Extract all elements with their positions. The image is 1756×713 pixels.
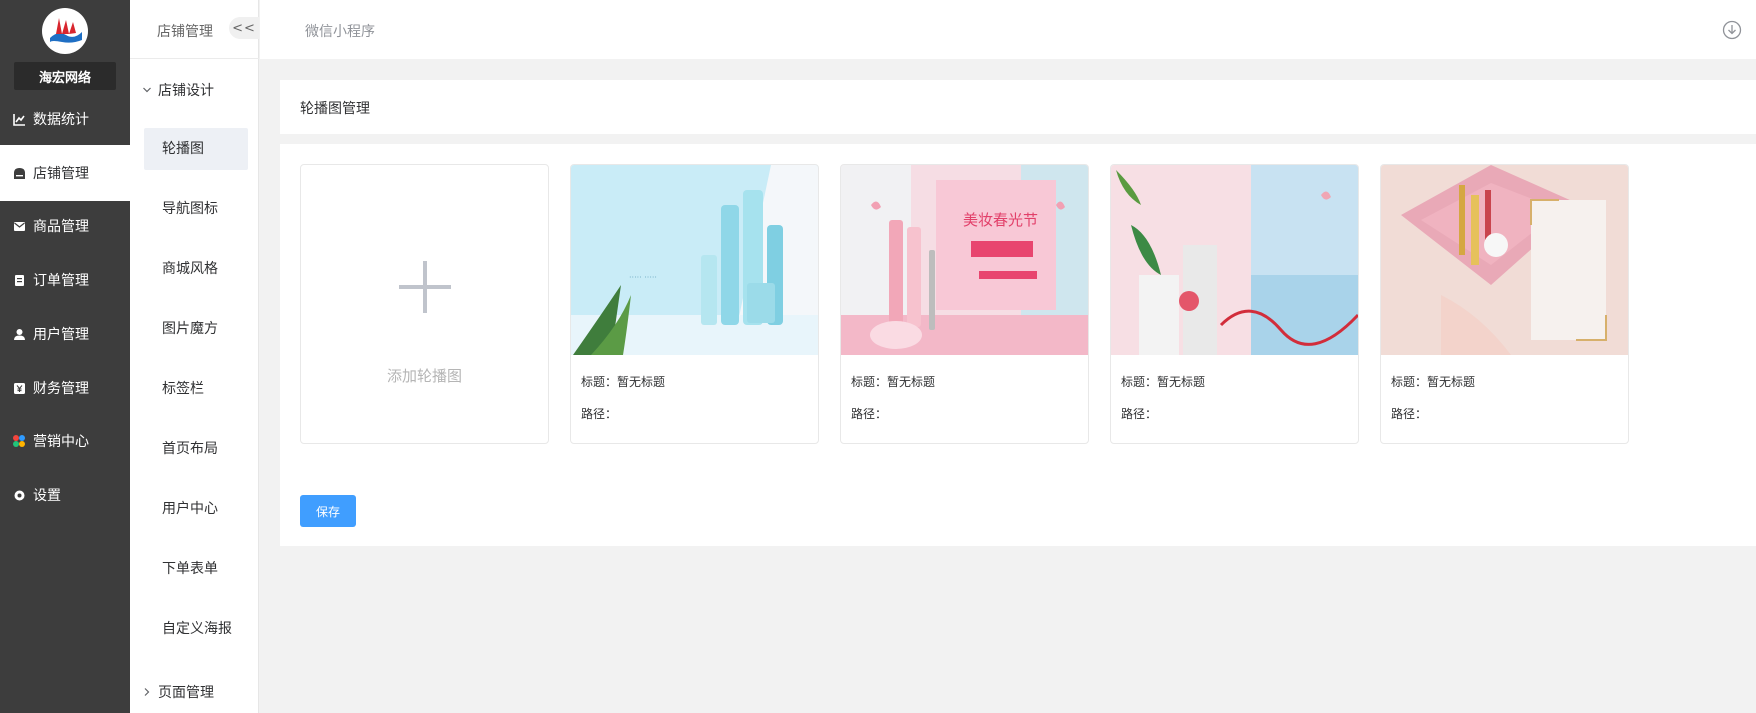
plus-icon bbox=[399, 261, 451, 313]
carousel-path-text: 路径： bbox=[851, 407, 888, 421]
carousel-card[interactable]: ····· ····· 标题：暂无标题 路径： bbox=[570, 164, 819, 444]
sidebar-item-label: 数据统计 bbox=[33, 112, 89, 128]
marketing-icon bbox=[12, 434, 26, 448]
download-icon[interactable] bbox=[1722, 20, 1742, 40]
chart-line-icon bbox=[12, 112, 26, 126]
carousel-title-text: 标题：暂无标题 bbox=[1391, 375, 1476, 389]
sidebar-item-users[interactable]: 用户管理 bbox=[0, 306, 130, 362]
store-icon bbox=[12, 166, 26, 180]
carousel-card[interactable]: 标题：暂无标题 路径： bbox=[1110, 164, 1359, 444]
submenu-header: 店铺管理 << bbox=[130, 0, 259, 59]
user-icon bbox=[12, 327, 26, 341]
submenu-group-page-management[interactable]: 页面管理 bbox=[142, 682, 214, 702]
carousel-card[interactable]: 美妆春光节 标题：暂无标题 路径： bbox=[840, 164, 1089, 444]
save-button[interactable]: 保存 bbox=[300, 495, 356, 527]
envelope-icon bbox=[12, 219, 26, 233]
carousel-panel-body: 添加轮播图 ····· ····· 标题：暂无标题 路径： 美妆春光节 标题：暂… bbox=[280, 144, 1756, 546]
carousel-image-gift-box bbox=[1381, 165, 1628, 355]
sidebar-item-finance[interactable]: 财务管理 bbox=[0, 360, 130, 416]
submenu-item-image-cube[interactable]: 图片魔方 bbox=[144, 308, 248, 350]
chevron-right-icon bbox=[142, 687, 152, 697]
panel-title: 轮播图管理 bbox=[300, 101, 370, 117]
sidebar-item-goods[interactable]: 商品管理 bbox=[0, 198, 130, 254]
carousel-title-text: 标题：暂无标题 bbox=[581, 375, 666, 389]
carousel-path-text: 路径： bbox=[1121, 407, 1158, 421]
tab-wechat-miniprogram[interactable]: 微信小程序 bbox=[305, 21, 375, 41]
carousel-path-text: 路径： bbox=[581, 407, 618, 421]
add-carousel-label: 添加轮播图 bbox=[386, 367, 462, 385]
submenu-item-carousel[interactable]: 轮播图 bbox=[144, 128, 248, 170]
carousel-image-cosmetics-blue: ····· ····· bbox=[571, 165, 818, 355]
sidebar-item-label: 设置 bbox=[33, 488, 61, 504]
submenu-item-home-layout[interactable]: 首页布局 bbox=[144, 428, 248, 470]
sidebar-item-statistics[interactable]: 数据统计 bbox=[0, 91, 130, 147]
chevron-down-icon bbox=[142, 85, 152, 95]
collapse-button[interactable]: << bbox=[229, 17, 259, 39]
submenu-title: 店铺管理 bbox=[157, 24, 213, 40]
sidebar-item-label: 订单管理 bbox=[33, 273, 89, 289]
store-submenu: 店铺管理 << 店铺设计 轮播图 导航图标 商城风格 图片魔方 标签栏 首页布局… bbox=[130, 0, 259, 713]
sidebar-item-label: 商品管理 bbox=[33, 219, 89, 235]
submenu-item-user-center[interactable]: 用户中心 bbox=[144, 488, 248, 530]
carousel-image-beauty-festival: 美妆春光节 bbox=[841, 165, 1088, 355]
submenu-group-store-design[interactable]: 店铺设计 bbox=[142, 80, 214, 100]
submenu-item-custom-poster[interactable]: 自定义海报 bbox=[144, 608, 248, 650]
carousel-path-text: 路径： bbox=[1391, 407, 1428, 421]
sidebar-item-label: 财务管理 bbox=[33, 381, 89, 397]
top-bar: 微信小程序 bbox=[260, 0, 1756, 59]
submenu-item-tabbar[interactable]: 标签栏 bbox=[144, 368, 248, 410]
clipboard-icon bbox=[12, 273, 26, 287]
carousel-title-text: 标题：暂无标题 bbox=[851, 375, 936, 389]
add-carousel-card[interactable]: 添加轮播图 bbox=[300, 164, 549, 444]
brand-logo[interactable] bbox=[42, 8, 88, 54]
sidebar-item-settings[interactable]: 设置 bbox=[0, 467, 130, 523]
sidebar-item-marketing[interactable]: 营销中心 bbox=[0, 413, 130, 469]
yen-icon bbox=[12, 381, 26, 395]
carousel-card[interactable]: 标题：暂无标题 路径： bbox=[1380, 164, 1629, 444]
banner-title-text: 美妆春光节 bbox=[963, 211, 1038, 229]
sidebar-item-orders[interactable]: 订单管理 bbox=[0, 252, 130, 308]
carousel-image-pink-sea bbox=[1111, 165, 1358, 355]
submenu-item-nav-icons[interactable]: 导航图标 bbox=[144, 188, 248, 230]
sidebar-item-label: 营销中心 bbox=[33, 434, 89, 450]
gear-icon bbox=[12, 488, 26, 502]
submenu-item-order-form[interactable]: 下单表单 bbox=[144, 548, 248, 590]
sidebar-item-label: 用户管理 bbox=[33, 327, 89, 343]
submenu-group-label: 店铺设计 bbox=[158, 83, 214, 99]
sidebar-item-label: 店铺管理 bbox=[33, 166, 89, 182]
submenu-item-mall-style[interactable]: 商城风格 bbox=[144, 248, 248, 290]
carousel-title-text: 标题：暂无标题 bbox=[1121, 375, 1206, 389]
main-sidebar: 海宏网络 数据统计 店铺管理 商品管理 订单管理 用户管理 财务管理 营销中心 … bbox=[0, 0, 130, 713]
sidebar-item-store[interactable]: 店铺管理 bbox=[0, 145, 130, 201]
svg-text:····· ·····: ····· ····· bbox=[629, 273, 657, 282]
brand-name: 海宏网络 bbox=[14, 62, 116, 90]
carousel-panel-header: 轮播图管理 bbox=[280, 80, 1756, 134]
submenu-group-label: 页面管理 bbox=[158, 685, 214, 701]
